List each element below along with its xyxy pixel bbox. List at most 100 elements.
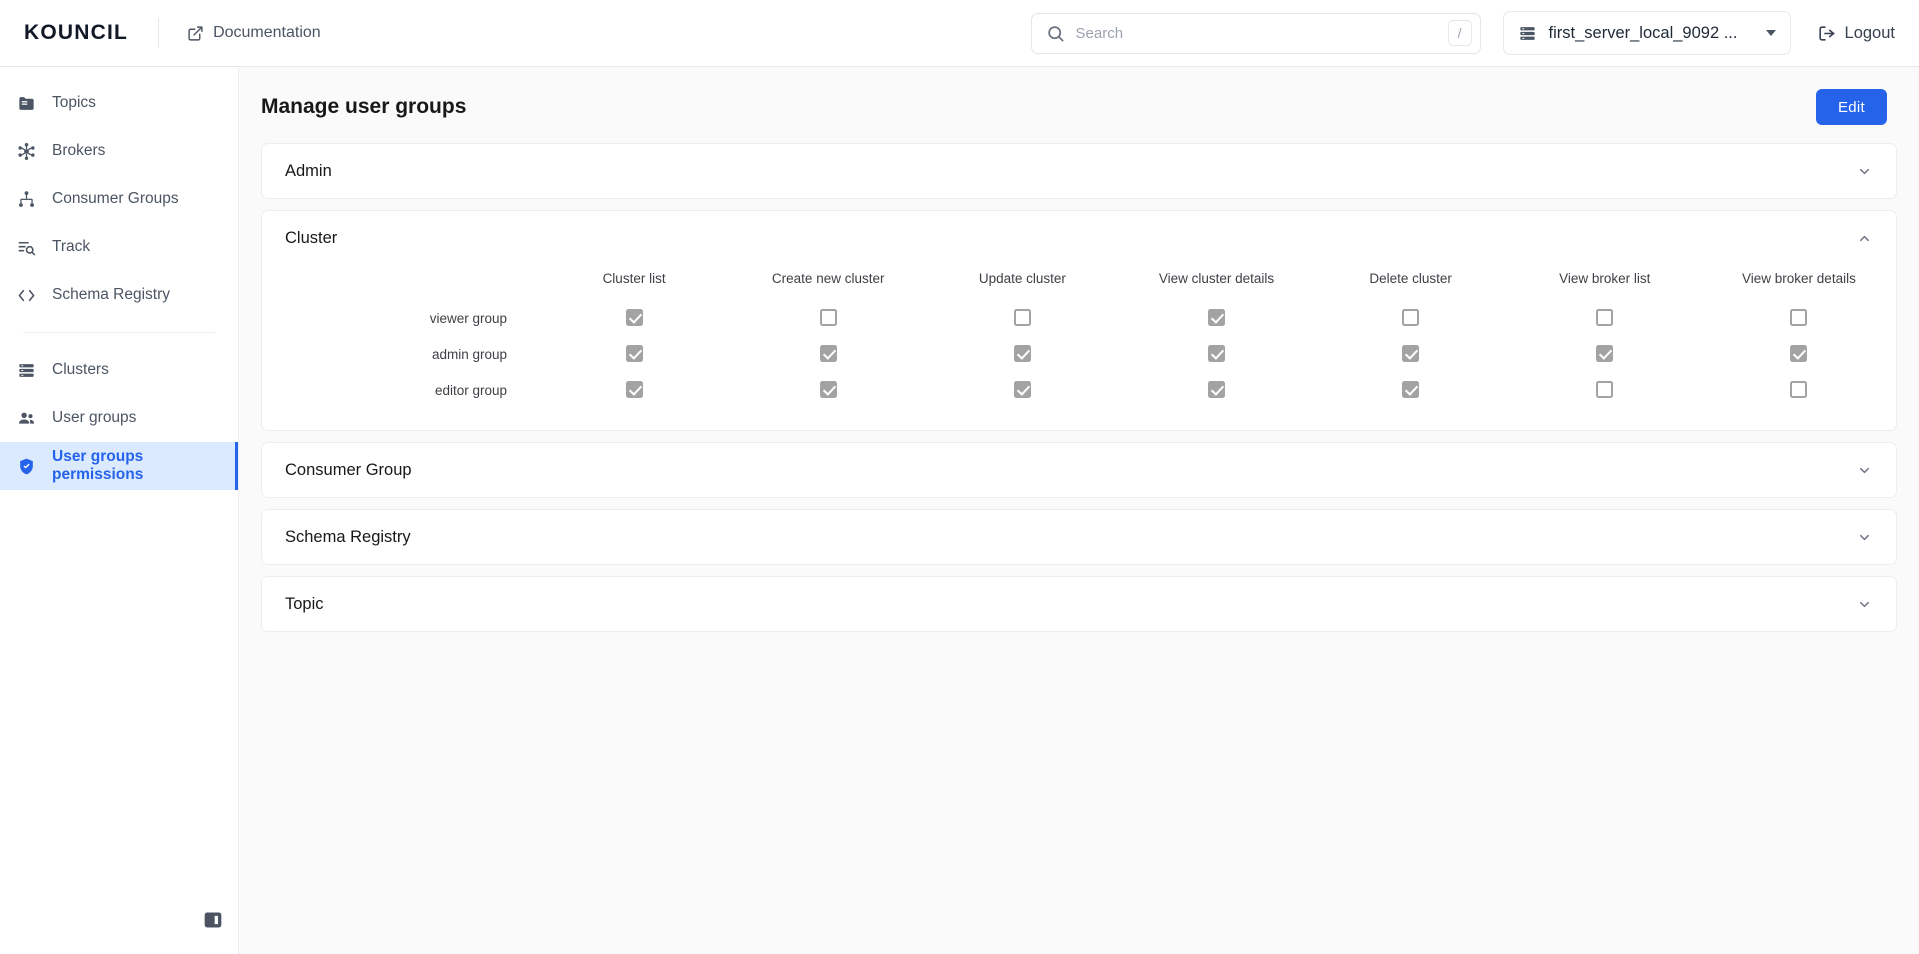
chevron-down-icon[interactable] xyxy=(1857,164,1872,179)
external-link-icon xyxy=(187,25,204,42)
permission-cell xyxy=(537,300,731,336)
checkbox-checked[interactable] xyxy=(1207,309,1225,327)
group-name-cell: admin group xyxy=(431,346,507,362)
panel-body-cluster: Cluster list Create new cluster Update clu… xyxy=(262,265,1896,430)
panel-title: Schema Registry xyxy=(285,527,411,546)
checkbox-unchecked[interactable] xyxy=(1596,381,1614,399)
panel-title: Cluster xyxy=(285,228,338,247)
sidebar-item-user-groups-permissions[interactable]: User groups permissions xyxy=(0,442,238,490)
permissions-panels: Admin Cluster Cluster list Create new cl… xyxy=(239,143,1919,632)
main-content: Manage user groups Edit Admin Cluster Cl… xyxy=(239,67,1919,954)
edit-button[interactable]: Edit xyxy=(1815,89,1887,125)
sitemap-icon xyxy=(17,190,36,209)
checkbox-checked[interactable] xyxy=(1402,381,1420,399)
cluster-selector[interactable]: first_server_local_9092 ... xyxy=(1502,11,1791,55)
checkbox-checked[interactable] xyxy=(819,381,837,399)
column-header: Update cluster xyxy=(978,271,1066,286)
panel-header-consumer-group[interactable]: Consumer Group xyxy=(262,443,1896,497)
sidebar-item-label: Track xyxy=(52,238,91,255)
checkbox-checked[interactable] xyxy=(1402,345,1420,363)
group-name-cell: editor group xyxy=(434,382,507,398)
permission-cell xyxy=(1119,300,1313,336)
logout-button[interactable]: Logout xyxy=(1817,24,1895,43)
sidebar-item-clusters[interactable]: Clusters xyxy=(0,346,238,394)
checkbox-unchecked[interactable] xyxy=(1402,309,1420,327)
server-list-icon xyxy=(17,361,36,380)
table-body: viewer group admin group editor group xyxy=(262,300,1896,408)
panel-title: Admin xyxy=(285,161,332,180)
permission-cell xyxy=(925,372,1119,408)
sidebar-item-user-groups[interactable]: User groups xyxy=(0,394,238,442)
table-row: admin group xyxy=(262,336,1896,372)
panel-header-topic[interactable]: Topic xyxy=(262,577,1896,631)
checkbox-unchecked[interactable] xyxy=(1790,381,1808,399)
shield-check-icon xyxy=(17,457,36,476)
panel-header-admin[interactable]: Admin xyxy=(262,144,1896,198)
chevron-up-icon[interactable] xyxy=(1857,231,1872,246)
permission-cell xyxy=(1508,372,1702,408)
group-name-cell: viewer group xyxy=(429,310,507,326)
checkbox-checked[interactable] xyxy=(1013,345,1031,363)
sidebar-group-secondary: Clusters User groups User groups permiss… xyxy=(0,346,238,490)
checkbox-checked[interactable] xyxy=(625,381,643,399)
permission-cell xyxy=(1314,336,1508,372)
chevron-down-icon[interactable] xyxy=(1857,530,1872,545)
column-header: Cluster list xyxy=(602,271,666,286)
column-header: View broker list xyxy=(1559,271,1651,286)
permission-cell xyxy=(1508,300,1702,336)
permission-cell xyxy=(537,372,731,408)
sidebar-item-label: User groups permissions xyxy=(52,448,144,483)
search-box[interactable]: / xyxy=(1030,12,1481,54)
cluster-permissions-table: Cluster list Create new cluster Update clu… xyxy=(262,265,1896,408)
people-icon xyxy=(17,409,36,428)
checkbox-checked[interactable] xyxy=(1013,381,1031,399)
permission-cell xyxy=(925,336,1119,372)
row-label-header xyxy=(262,265,537,300)
panel-header-cluster[interactable]: Cluster xyxy=(262,211,1896,265)
checkbox-checked[interactable] xyxy=(625,309,643,327)
chevron-down-icon[interactable] xyxy=(1857,463,1872,478)
checkbox-checked[interactable] xyxy=(819,345,837,363)
column-header: View broker details xyxy=(1742,271,1856,286)
permission-cell xyxy=(1119,372,1313,408)
checkbox-unchecked[interactable] xyxy=(1596,309,1614,327)
search-shortcut-key: / xyxy=(1447,20,1472,46)
column-header: View cluster details xyxy=(1158,271,1275,286)
checkbox-checked[interactable] xyxy=(1596,345,1614,363)
app-logo: KOUNCIL xyxy=(24,21,129,44)
header-actions: / first_server_local_9092 ... xyxy=(1030,11,1919,55)
page-title: Manage user groups xyxy=(261,95,467,118)
checkbox-checked[interactable] xyxy=(1207,381,1225,399)
sidebar-item-topics[interactable]: Topics xyxy=(0,79,238,127)
panel-title: Topic xyxy=(285,594,324,613)
panel-header-schema-registry[interactable]: Schema Registry xyxy=(262,510,1896,564)
column-header: Create new cluster xyxy=(771,271,885,286)
panel-cluster: Cluster Cluster list Create new cluster Up… xyxy=(261,210,1897,431)
documentation-link[interactable]: Documentation xyxy=(187,24,321,42)
sidebar-item-label: Clusters xyxy=(52,361,109,378)
chevron-down-icon[interactable] xyxy=(1857,597,1872,612)
logout-icon xyxy=(1817,24,1836,43)
permission-cell xyxy=(731,300,925,336)
sidebar-item-brokers[interactable]: Brokers xyxy=(0,127,238,175)
checkbox-checked[interactable] xyxy=(1207,345,1225,363)
panel-title: Consumer Group xyxy=(285,460,412,479)
checkbox-unchecked[interactable] xyxy=(1790,309,1808,327)
top-bar: KOUNCIL Documentation / xyxy=(0,0,1919,67)
checkbox-unchecked[interactable] xyxy=(819,309,837,327)
search-input[interactable] xyxy=(1075,24,1448,42)
permission-cell xyxy=(1119,336,1313,372)
sidebar-item-schema-registry[interactable]: Schema Registry xyxy=(0,271,238,319)
sidebar-item-label: Brokers xyxy=(52,142,106,159)
search-icon xyxy=(1046,24,1065,43)
sidebar-divider xyxy=(23,332,215,333)
permission-cell xyxy=(537,336,731,372)
checkbox-checked[interactable] xyxy=(1790,345,1808,363)
sidebar-item-consumer-groups[interactable]: Consumer Groups xyxy=(0,175,238,223)
panel-admin: Admin xyxy=(261,143,1897,199)
sidebar-item-track[interactable]: Track xyxy=(0,223,238,271)
checkbox-checked[interactable] xyxy=(625,345,643,363)
panel-schema-registry: Schema Registry xyxy=(261,509,1897,565)
checkbox-unchecked[interactable] xyxy=(1013,309,1031,327)
sidebar-toggle-icon[interactable] xyxy=(203,910,225,932)
